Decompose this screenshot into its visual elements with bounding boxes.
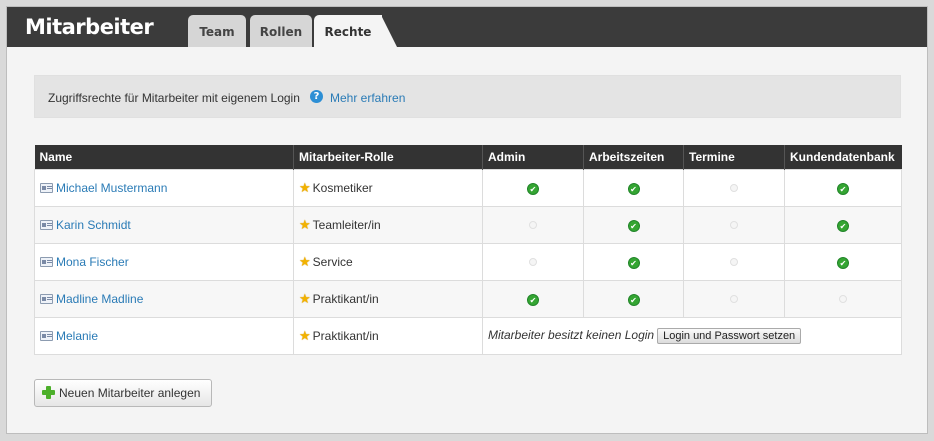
employee-role-cell: ★ Service (293, 243, 483, 281)
column-header-termine: Termine (683, 145, 785, 170)
employee-role: Teamleiter/in (312, 218, 381, 232)
mitarbeiter-window: Mitarbeiter Team Rollen Rechte Zugriffsr… (6, 6, 928, 434)
more-info-link[interactable]: Mehr erfahren (330, 91, 405, 105)
permission-kundendatenbank-cell[interactable]: ✔ (784, 243, 902, 281)
column-header-kundendatenbank: Kundendatenbank (784, 145, 902, 170)
employee-role-cell: ★ Kosmetiker (293, 169, 483, 207)
star-icon: ★ (299, 291, 311, 306)
employee-role: Praktikant/in (312, 329, 379, 343)
app-header: Mitarbeiter Team Rollen Rechte (7, 7, 927, 47)
employee-card-icon (40, 331, 53, 341)
unchecked-dot-icon[interactable] (730, 184, 738, 192)
star-icon: ★ (299, 217, 311, 232)
plus-icon (42, 386, 55, 399)
unchecked-dot-icon[interactable] (839, 295, 847, 303)
unchecked-dot-icon[interactable] (529, 221, 537, 229)
check-icon[interactable]: ✔ (527, 183, 539, 195)
tab-rechte[interactable]: Rechte (314, 15, 382, 47)
app-title: Mitarbeiter (25, 15, 154, 39)
permission-termine-cell[interactable] (683, 169, 785, 207)
employee-name-cell: Melanie (34, 317, 294, 355)
permission-kundendatenbank-cell[interactable] (784, 280, 902, 318)
check-icon[interactable]: ✔ (627, 257, 640, 269)
check-icon[interactable]: ✔ (837, 220, 849, 232)
add-employee-button[interactable]: Neuen Mitarbeiter anlegen (34, 379, 212, 407)
permission-termine-cell[interactable] (683, 206, 785, 244)
table-header-row: Name Mitarbeiter-Rolle Admin Arbeitszeit… (34, 145, 902, 170)
permission-admin-cell[interactable] (482, 206, 584, 244)
no-login-cell: Mitarbeiter besitzt keinen Login Login un… (482, 317, 902, 355)
employee-name-cell: Karin Schmidt (34, 206, 294, 244)
employee-name-link[interactable]: Karin Schmidt (56, 218, 131, 232)
employee-name-cell: Mona Fischer (34, 243, 294, 281)
employee-name-link[interactable]: Melanie (56, 329, 98, 343)
permission-admin-cell[interactable]: ✔ (482, 280, 584, 318)
check-icon[interactable]: ✔ (527, 294, 539, 306)
column-header-admin: Admin (482, 145, 584, 170)
star-icon: ★ (299, 328, 311, 343)
no-login-text: Mitarbeiter besitzt keinen Login (488, 328, 655, 342)
employee-card-icon (40, 220, 53, 230)
permission-arbeitszeiten-cell[interactable]: ✔ (583, 206, 684, 244)
check-icon[interactable]: ✔ (627, 183, 640, 195)
unchecked-dot-icon[interactable] (730, 295, 738, 303)
employee-name-link[interactable]: Madline Madline (56, 292, 143, 306)
tab-rollen[interactable]: Rollen (250, 15, 312, 47)
permission-kundendatenbank-cell[interactable]: ✔ (784, 206, 902, 244)
unchecked-dot-icon[interactable] (529, 258, 537, 266)
add-employee-label: Neuen Mitarbeiter anlegen (59, 386, 201, 400)
tab-team[interactable]: Team (188, 15, 246, 47)
employee-role-cell: ★ Praktikant/in (293, 317, 483, 355)
column-header-name: Name (34, 145, 294, 170)
set-login-button[interactable]: Login und Passwort setzen (657, 328, 802, 344)
table-row: Michael Mustermann ★ Kosmetiker ✔ ✔ ✔ (34, 169, 902, 207)
info-text: Zugriffsrechte für Mitarbeiter mit eigen… (48, 91, 300, 105)
permission-arbeitszeiten-cell[interactable]: ✔ (583, 280, 684, 318)
column-header-arbeitszeiten: Arbeitszeiten (583, 145, 684, 170)
employee-role: Kosmetiker (312, 181, 373, 195)
check-icon[interactable]: ✔ (627, 294, 640, 306)
table-row: Madline Madline ★ Praktikant/in ✔ ✔ (34, 280, 902, 318)
employee-name-cell: Madline Madline (34, 280, 294, 318)
employee-card-icon (40, 183, 53, 193)
employee-card-icon (40, 294, 53, 304)
help-icon[interactable]: ? (310, 90, 323, 103)
info-box: Zugriffsrechte für Mitarbeiter mit eigen… (34, 75, 901, 118)
check-icon[interactable]: ✔ (837, 257, 849, 269)
employee-card-icon (40, 257, 53, 267)
employee-name-link[interactable]: Mona Fischer (56, 255, 129, 269)
employee-name-link[interactable]: Michael Mustermann (56, 181, 167, 195)
table-row: Melanie ★ Praktikant/in Mitarbeiter besitzt… (34, 317, 902, 355)
permission-kundendatenbank-cell[interactable]: ✔ (784, 169, 902, 207)
check-icon[interactable]: ✔ (837, 183, 849, 195)
check-icon[interactable]: ✔ (627, 220, 640, 232)
permission-arbeitszeiten-cell[interactable]: ✔ (583, 169, 684, 207)
permission-termine-cell[interactable] (683, 243, 785, 281)
permission-arbeitszeiten-cell[interactable]: ✔ (583, 243, 684, 281)
column-header-role: Mitarbeiter-Rolle (293, 145, 483, 170)
unchecked-dot-icon[interactable] (730, 221, 738, 229)
permission-termine-cell[interactable] (683, 280, 785, 318)
employee-role: Praktikant/in (312, 292, 379, 306)
permission-admin-cell[interactable] (482, 243, 584, 281)
employee-role-cell: ★ Praktikant/in (293, 280, 483, 318)
table-row: Karin Schmidt ★ Teamleiter/in ✔ ✔ (34, 206, 902, 244)
employee-role: Service (312, 255, 353, 269)
employee-role-cell: ★ Teamleiter/in (293, 206, 483, 244)
permissions-table: Name Mitarbeiter-Rolle Admin Arbeitszeit… (34, 145, 902, 355)
employee-name-cell: Michael Mustermann (34, 169, 294, 207)
tab-rechte-corner (381, 15, 397, 47)
table-row: Mona Fischer ★ Service ✔ ✔ (34, 243, 902, 281)
unchecked-dot-icon[interactable] (730, 258, 738, 266)
permission-admin-cell[interactable]: ✔ (482, 169, 584, 207)
star-icon: ★ (299, 180, 311, 195)
star-icon: ★ (299, 254, 311, 269)
